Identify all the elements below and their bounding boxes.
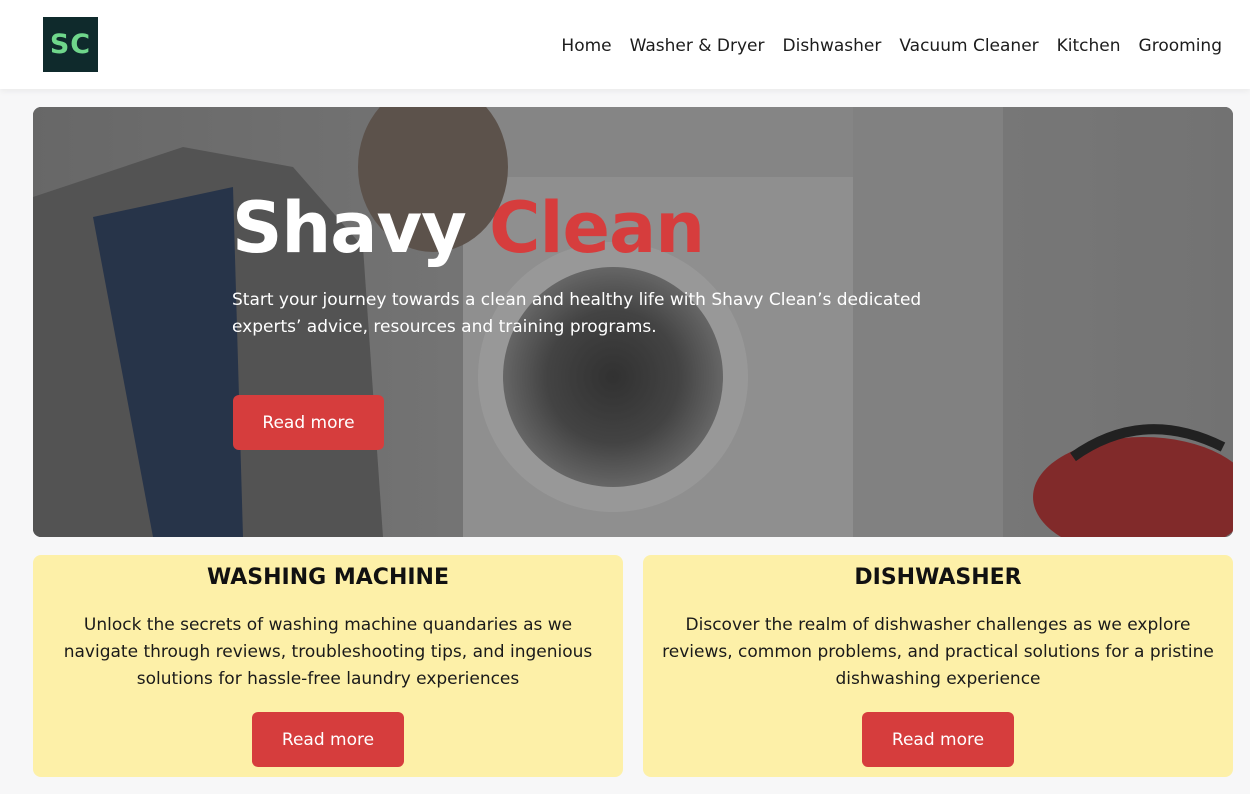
nav-item-grooming[interactable]: Grooming [1139,36,1222,56]
hero-title-part1: Shavy [232,187,467,269]
hero-banner: Shavy Clean Start your journey towards a… [33,107,1233,537]
hero-read-more-button[interactable]: Read more [233,395,384,450]
card-dishwasher: DISHWASHER Discover the realm of dishwas… [643,555,1233,777]
hero-title-part2: Clean [489,187,705,269]
hero-title: Shavy Clean [232,187,705,269]
nav-item-vacuum-cleaner[interactable]: Vacuum Cleaner [899,36,1038,56]
nav-item-washer-dryer[interactable]: Washer & Dryer [630,36,765,56]
card-title: WASHING MACHINE [207,565,449,590]
site-logo[interactable]: SC [43,17,98,72]
main-nav: Home Washer & Dryer Dishwasher Vacuum Cl… [561,36,1222,56]
site-header: SC Home Washer & Dryer Dishwasher Vacuum… [0,0,1250,89]
card-washing-machine: WASHING MACHINE Unlock the secrets of wa… [33,555,623,777]
nav-item-kitchen[interactable]: Kitchen [1057,36,1121,56]
hero-description: Start your journey towards a clean and h… [232,290,922,337]
card-description: Discover the realm of dishwasher challen… [662,615,1214,689]
nav-item-home[interactable]: Home [561,36,611,56]
dishwasher-read-more-button[interactable]: Read more [862,712,1014,767]
nav-item-dishwasher[interactable]: Dishwasher [783,36,882,56]
washing-machine-read-more-button[interactable]: Read more [252,712,404,767]
card-description: Unlock the secrets of washing machine qu… [63,615,593,689]
card-title: DISHWASHER [854,565,1022,590]
